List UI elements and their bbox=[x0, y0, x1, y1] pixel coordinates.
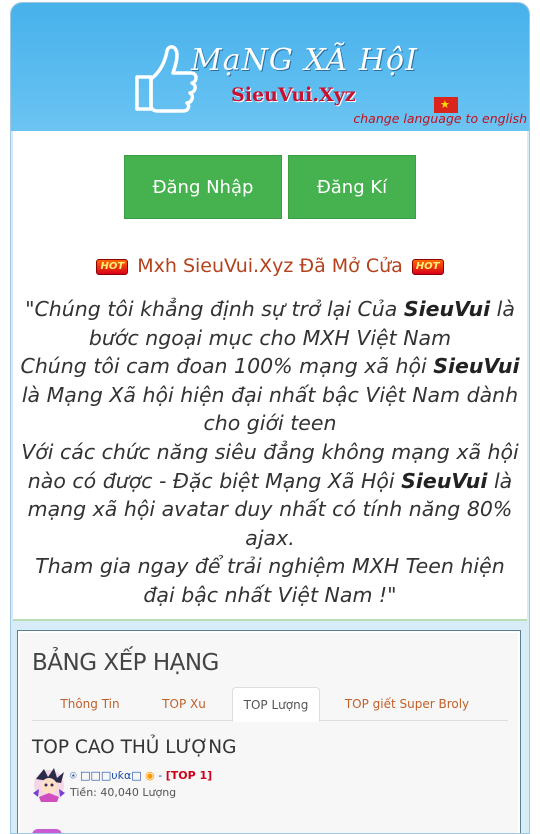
quote-text: "Chúng tôi khẳng định sự trở lại Của bbox=[25, 297, 404, 321]
register-button[interactable]: Đăng Kí bbox=[288, 155, 416, 219]
ranking-body: BẢNG XẾP HẠNG Thông Tin TOP Xu TOP Lượng… bbox=[20, 633, 518, 833]
screen: MạNG XÃ HộI SieuVui.Xyz ★ change languag… bbox=[0, 0, 540, 834]
quote-text: Tham gia ngay để trải nghiệm MXH Teen hi… bbox=[35, 554, 505, 607]
login-button[interactable]: Đăng Nhập bbox=[124, 155, 282, 219]
site-header: MạNG XÃ HộI SieuVui.Xyz ★ change languag… bbox=[11, 3, 529, 131]
quote-text: Chúng tôi cam đoan 100% mạng xã hội bbox=[20, 354, 434, 379]
tab-top-xu[interactable]: TOP Xu bbox=[142, 687, 226, 721]
avatar bbox=[32, 829, 62, 833]
auth-buttons: Đăng Nhập Đăng Kí bbox=[13, 155, 527, 221]
quote-brand: SieuVui bbox=[401, 468, 488, 493]
change-language-link[interactable]: change language to english bbox=[353, 111, 527, 126]
ranking-panel: BẢNG XẾP HẠNG Thông Tin TOP Xu TOP Lượng… bbox=[17, 630, 521, 833]
ranking-tabs: Thông Tin TOP Xu TOP Lượng TOP giết Supe… bbox=[32, 687, 508, 722]
site-logo[interactable]: MạNG XÃ HộI SieuVui.Xyz bbox=[131, 39, 421, 117]
quote-text: là Mạng Xã hội hiện đại nhất bậc Việt Na… bbox=[21, 382, 519, 436]
main-panel: Đăng Nhập Đăng Kí HOT Mxh SieuVui.Xyz Đã… bbox=[13, 131, 527, 621]
separator: - bbox=[158, 769, 163, 782]
quote-brand: SieuVui bbox=[433, 354, 520, 379]
online-dot-icon: ◉ bbox=[145, 769, 155, 782]
quote-brand: SieuVui bbox=[403, 297, 491, 321]
ranking-subtitle: TOP CAO THỦ LƯỢNG bbox=[32, 737, 237, 758]
intro-quote: "Chúng tôi khẳng định sự trở lại Của Sie… bbox=[19, 295, 521, 610]
announcement-text: Mxh SieuVui.Xyz Đã Mở Cửa bbox=[137, 255, 403, 277]
player-name: ⍟ □□□υƙα□ bbox=[70, 769, 142, 782]
player-money: Tiền: 40,040 Lượng bbox=[70, 786, 177, 799]
ranking-title: BẢNG XẾP HẠNG bbox=[32, 650, 219, 676]
tab-top-super-broly[interactable]: TOP giết Super Broly bbox=[332, 687, 482, 721]
logo-site-name: SieuVui.Xyz bbox=[231, 84, 356, 106]
player-rank: [TOP 1] bbox=[165, 769, 213, 782]
avatar bbox=[33, 768, 65, 802]
announcement: HOT Mxh SieuVui.Xyz Đã Mở Cửa HOT bbox=[13, 255, 527, 277]
tab-top-luong[interactable]: TOP Lượng bbox=[232, 687, 320, 722]
list-item[interactable]: ⍟ □□□υƙα□ ◉ - [TOP 1] Tiền: 40,040 Lượng bbox=[30, 767, 510, 803]
page-container: MạNG XÃ HộI SieuVui.Xyz ★ change languag… bbox=[10, 2, 530, 834]
hot-badge-icon: HOT bbox=[96, 258, 129, 275]
tab-info[interactable]: Thông Tin bbox=[46, 687, 134, 721]
player-name-line: ⍟ □□□υƙα□ ◉ - [TOP 1] bbox=[70, 769, 212, 783]
hot-badge-icon: HOT bbox=[411, 258, 444, 275]
logo-title: MạNG XÃ HộI bbox=[191, 43, 418, 78]
